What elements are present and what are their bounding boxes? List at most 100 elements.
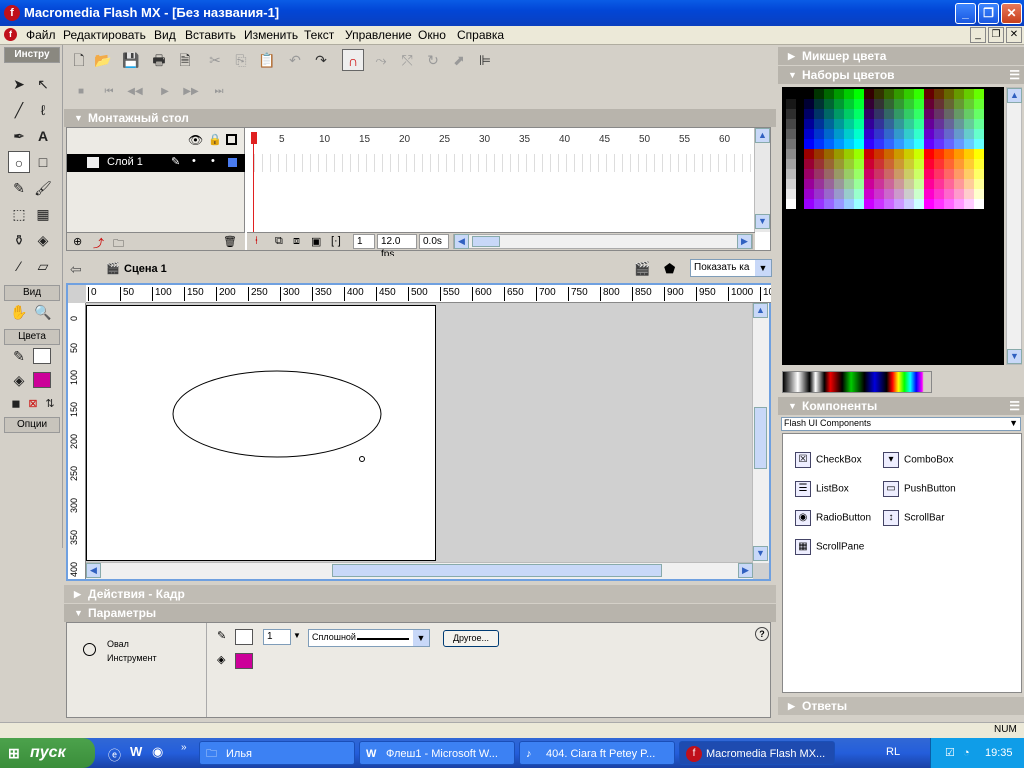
color-swatch[interactable] (814, 119, 824, 129)
color-swatch[interactable] (914, 139, 924, 149)
color-swatch[interactable] (894, 189, 904, 199)
zoom-select[interactable]: Показать ка ▼ (690, 259, 772, 277)
scroll-down-icon[interactable]: ▼ (755, 214, 770, 229)
color-swatch[interactable] (884, 179, 894, 189)
panel-menu-icon[interactable]: ☰ (1009, 66, 1020, 84)
frame-cells[interactable] (247, 154, 755, 172)
color-swatch[interactable] (924, 169, 934, 179)
color-swatch[interactable] (904, 159, 914, 169)
color-swatch[interactable] (944, 89, 954, 99)
color-swatch[interactable] (874, 159, 884, 169)
color-swatch[interactable] (804, 179, 814, 189)
color-swatch[interactable] (914, 119, 924, 129)
color-swatch[interactable] (854, 129, 864, 139)
color-swatch[interactable] (834, 149, 844, 159)
doc-restore-button[interactable]: ❐ (988, 27, 1004, 43)
stage-vscroll-thumb[interactable] (754, 407, 767, 469)
gray-swatch[interactable] (786, 139, 796, 149)
color-swatch[interactable] (804, 199, 814, 209)
print-icon[interactable]: 🖶 (148, 49, 170, 71)
quicklaunch-more-icon[interactable]: » (181, 742, 187, 753)
color-swatch[interactable] (944, 109, 954, 119)
hand-tool-icon[interactable]: ✋ (8, 301, 30, 323)
task-media[interactable]: ♪ 404. Ciara ft Petey P... (519, 741, 675, 765)
color-swatch[interactable] (824, 189, 834, 199)
align-icon[interactable]: ⊫ (474, 49, 496, 71)
color-swatch[interactable] (824, 199, 834, 209)
color-swatch[interactable] (974, 99, 984, 109)
color-swatch[interactable] (944, 149, 954, 159)
color-swatch[interactable] (964, 149, 974, 159)
color-swatch[interactable] (844, 139, 854, 149)
color-swatch[interactable] (924, 159, 934, 169)
color-swatch[interactable] (964, 139, 974, 149)
arrow-tool-icon[interactable]: ➤ (8, 73, 30, 95)
gray-swatch[interactable] (786, 159, 796, 169)
stage-hscroll-thumb[interactable] (332, 564, 662, 577)
back-arrow-icon[interactable]: ⇦ (70, 261, 82, 278)
rectangle-tool-icon[interactable]: □ (32, 151, 54, 173)
gray-swatch[interactable] (786, 189, 796, 199)
frames-pane[interactable]: 5 10 15 20 25 30 35 40 45 50 55 60 (247, 128, 755, 234)
eyedropper-tool-icon[interactable]: ⁄ (8, 255, 30, 277)
color-swatch[interactable] (864, 99, 874, 109)
gray-swatch[interactable] (786, 169, 796, 179)
color-swatch[interactable] (844, 149, 854, 159)
color-swatch[interactable] (914, 189, 924, 199)
color-swatch[interactable] (914, 109, 924, 119)
play-icon[interactable]: ▶ (154, 81, 176, 103)
color-swatch[interactable] (964, 179, 974, 189)
color-swatch[interactable] (944, 119, 954, 129)
brush-tool-icon[interactable]: 🖌 (32, 177, 54, 199)
eye-icon[interactable]: 👁 (188, 133, 203, 147)
color-swatch[interactable] (864, 189, 874, 199)
timeline-panel-header[interactable]: ▼ Монтажный стол (64, 109, 776, 127)
gradient-swatches[interactable] (782, 371, 932, 393)
color-swatch[interactable] (934, 99, 944, 109)
color-swatch[interactable] (904, 119, 914, 129)
color-swatch[interactable] (934, 109, 944, 119)
color-swatch[interactable] (844, 179, 854, 189)
component-checkbox[interactable]: ☒ CheckBox (795, 452, 862, 468)
color-swatch[interactable] (814, 189, 824, 199)
color-swatch[interactable] (884, 149, 894, 159)
color-swatch[interactable] (814, 139, 824, 149)
outline-icon[interactable] (226, 134, 237, 145)
color-swatch[interactable] (904, 169, 914, 179)
color-swatch[interactable] (924, 99, 934, 109)
color-swatch[interactable] (934, 179, 944, 189)
color-swatch[interactable] (824, 99, 834, 109)
menu-text[interactable]: Текст (304, 28, 334, 42)
center-frame-icon[interactable]: ⍿ (255, 235, 258, 248)
color-swatch[interactable] (854, 179, 864, 189)
color-swatch[interactable] (954, 109, 964, 119)
gray-swatch[interactable] (786, 99, 796, 109)
components-header[interactable]: ▼ Компоненты ☰ (778, 397, 1024, 415)
color-swatch[interactable] (824, 169, 834, 179)
color-swatch[interactable] (894, 169, 904, 179)
redo-icon[interactable]: ↷ (310, 49, 332, 71)
panel-menu-icon[interactable]: ☰ (1009, 397, 1020, 415)
color-swatch[interactable] (954, 149, 964, 159)
add-layer-icon[interactable]: ⊕ (73, 235, 82, 248)
color-swatch[interactable] (924, 89, 934, 99)
gray-swatch[interactable] (786, 89, 796, 99)
stage-vscroll[interactable]: ▲ ▼ (752, 303, 769, 563)
color-swatch[interactable] (874, 109, 884, 119)
color-swatch[interactable] (914, 179, 924, 189)
scroll-down-icon[interactable]: ▼ (1007, 349, 1022, 364)
timeline-vscroll[interactable]: ▲ ▼ (754, 128, 770, 232)
oval-shape[interactable] (172, 370, 382, 458)
color-swatch[interactable] (944, 139, 954, 149)
color-swatch[interactable] (914, 159, 924, 169)
gray-swatch[interactable] (786, 149, 796, 159)
color-swatch[interactable] (924, 119, 934, 129)
scroll-up-icon[interactable]: ▲ (755, 128, 770, 143)
help-icon[interactable]: ? (755, 627, 769, 641)
color-swatch[interactable] (974, 129, 984, 139)
save-icon[interactable]: 💾 (120, 49, 142, 71)
color-swatch[interactable] (964, 189, 974, 199)
stage-canvas[interactable] (86, 305, 436, 561)
color-swatch[interactable] (854, 199, 864, 209)
stroke-color-swatch[interactable] (235, 629, 253, 645)
